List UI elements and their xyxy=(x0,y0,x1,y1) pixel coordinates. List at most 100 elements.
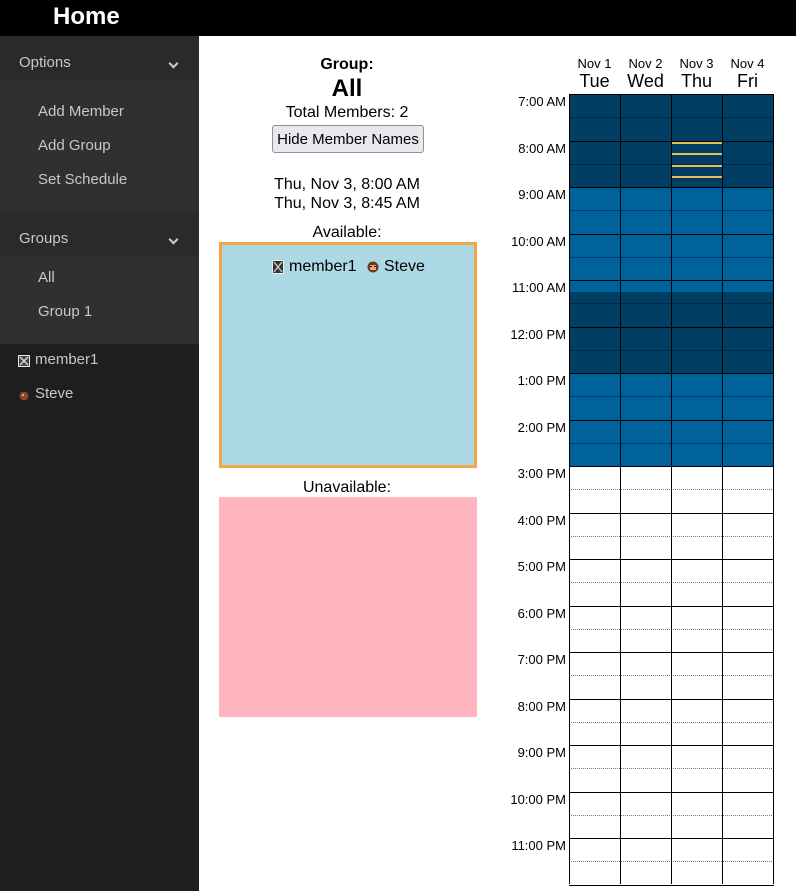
availability-slot[interactable] xyxy=(671,338,722,351)
availability-slot[interactable] xyxy=(569,210,620,223)
availability-slot[interactable] xyxy=(620,187,671,200)
availability-slot[interactable] xyxy=(671,198,722,211)
availability-slot[interactable] xyxy=(620,442,671,455)
availability-slot[interactable] xyxy=(569,256,620,269)
availability-slot[interactable] xyxy=(722,198,773,211)
availability-slot[interactable] xyxy=(620,407,671,420)
availability-slot[interactable] xyxy=(620,268,671,281)
availability-slot[interactable] xyxy=(722,280,773,293)
availability-slot[interactable] xyxy=(671,117,722,130)
availability-slot[interactable] xyxy=(722,105,773,118)
availability-slot[interactable] xyxy=(569,419,620,432)
availability-slot[interactable] xyxy=(569,128,620,141)
availability-slot[interactable] xyxy=(671,210,722,223)
availability-slot[interactable] xyxy=(569,361,620,374)
availability-slot[interactable] xyxy=(722,291,773,304)
availability-slot[interactable] xyxy=(569,384,620,397)
availability-slot[interactable] xyxy=(722,314,773,327)
availability-slot[interactable] xyxy=(620,373,671,386)
availability-slot[interactable] xyxy=(569,373,620,386)
availability-slot[interactable] xyxy=(569,454,620,467)
availability-slot[interactable] xyxy=(569,326,620,339)
availability-slot[interactable] xyxy=(569,198,620,211)
availability-slot[interactable] xyxy=(569,442,620,455)
set-schedule-item[interactable]: Set Schedule xyxy=(38,171,127,189)
availability-slot[interactable] xyxy=(569,187,620,200)
availability-slot[interactable] xyxy=(722,384,773,397)
availability-slot[interactable] xyxy=(569,291,620,304)
groups-section-header[interactable]: Groups xyxy=(0,212,199,256)
availability-slot[interactable] xyxy=(620,221,671,234)
availability-slot[interactable] xyxy=(722,163,773,176)
options-section-header[interactable]: Options xyxy=(0,36,199,80)
availability-slot[interactable] xyxy=(671,349,722,362)
availability-slot[interactable] xyxy=(620,198,671,211)
availability-slot[interactable] xyxy=(569,245,620,258)
sidebar-member-member1[interactable]: member1 xyxy=(18,351,98,369)
availability-slot[interactable] xyxy=(722,128,773,141)
availability-slot[interactable] xyxy=(671,94,722,107)
availability-slot[interactable] xyxy=(569,94,620,107)
availability-slot[interactable] xyxy=(722,187,773,200)
availability-slot[interactable] xyxy=(671,128,722,141)
availability-slot[interactable] xyxy=(569,221,620,234)
availability-slot[interactable] xyxy=(671,303,722,316)
group-item-group-1[interactable]: Group 1 xyxy=(38,303,92,321)
availability-slot[interactable] xyxy=(671,384,722,397)
availability-slot[interactable] xyxy=(671,373,722,386)
availability-slot[interactable] xyxy=(722,256,773,269)
availability-slot[interactable] xyxy=(722,140,773,153)
availability-slot[interactable] xyxy=(569,303,620,316)
availability-slot[interactable] xyxy=(671,326,722,339)
availability-slot[interactable] xyxy=(671,221,722,234)
availability-slot[interactable] xyxy=(722,373,773,386)
availability-slot[interactable] xyxy=(671,396,722,409)
availability-slot[interactable] xyxy=(569,349,620,362)
availability-slot[interactable] xyxy=(722,94,773,107)
availability-slot[interactable] xyxy=(722,233,773,246)
availability-slot[interactable] xyxy=(671,245,722,258)
availability-slot[interactable] xyxy=(722,268,773,281)
availability-slot[interactable] xyxy=(569,117,620,130)
availability-slot[interactable] xyxy=(569,407,620,420)
availability-slot[interactable] xyxy=(722,117,773,130)
availability-slot[interactable] xyxy=(671,454,722,467)
availability-slot[interactable] xyxy=(722,210,773,223)
availability-slot[interactable] xyxy=(722,326,773,339)
availability-slot[interactable] xyxy=(722,349,773,362)
availability-slot[interactable] xyxy=(722,454,773,467)
availability-slot[interactable] xyxy=(569,268,620,281)
availability-slot[interactable] xyxy=(722,221,773,234)
availability-slot[interactable] xyxy=(671,187,722,200)
availability-slot[interactable] xyxy=(671,442,722,455)
availability-slot[interactable] xyxy=(569,175,620,188)
hide-member-names-button[interactable]: Hide Member Names xyxy=(272,125,424,153)
availability-slot[interactable] xyxy=(569,431,620,444)
availability-slot[interactable] xyxy=(671,291,722,304)
availability-slot[interactable] xyxy=(620,349,671,362)
availability-slot[interactable] xyxy=(722,245,773,258)
availability-slot[interactable] xyxy=(620,454,671,467)
availability-slot[interactable] xyxy=(722,303,773,316)
availability-slot[interactable] xyxy=(722,361,773,374)
availability-slot[interactable] xyxy=(620,163,671,176)
availability-slot[interactable] xyxy=(620,303,671,316)
availability-slot[interactable] xyxy=(620,338,671,351)
availability-slot[interactable] xyxy=(620,256,671,269)
availability-slot[interactable] xyxy=(620,210,671,223)
availability-slot[interactable] xyxy=(671,233,722,246)
availability-slot[interactable] xyxy=(722,175,773,188)
availability-slot[interactable] xyxy=(722,152,773,165)
availability-slot[interactable] xyxy=(620,419,671,432)
availability-slot[interactable] xyxy=(671,280,722,293)
availability-slot[interactable] xyxy=(569,396,620,409)
availability-slot[interactable] xyxy=(620,280,671,293)
availability-slot[interactable] xyxy=(620,94,671,107)
availability-slot[interactable] xyxy=(671,314,722,327)
availability-slot[interactable] xyxy=(569,140,620,153)
availability-slot[interactable] xyxy=(620,117,671,130)
availability-slot[interactable] xyxy=(722,407,773,420)
availability-slot[interactable] xyxy=(671,105,722,118)
availability-slot[interactable] xyxy=(620,152,671,165)
availability-slot[interactable] xyxy=(620,291,671,304)
